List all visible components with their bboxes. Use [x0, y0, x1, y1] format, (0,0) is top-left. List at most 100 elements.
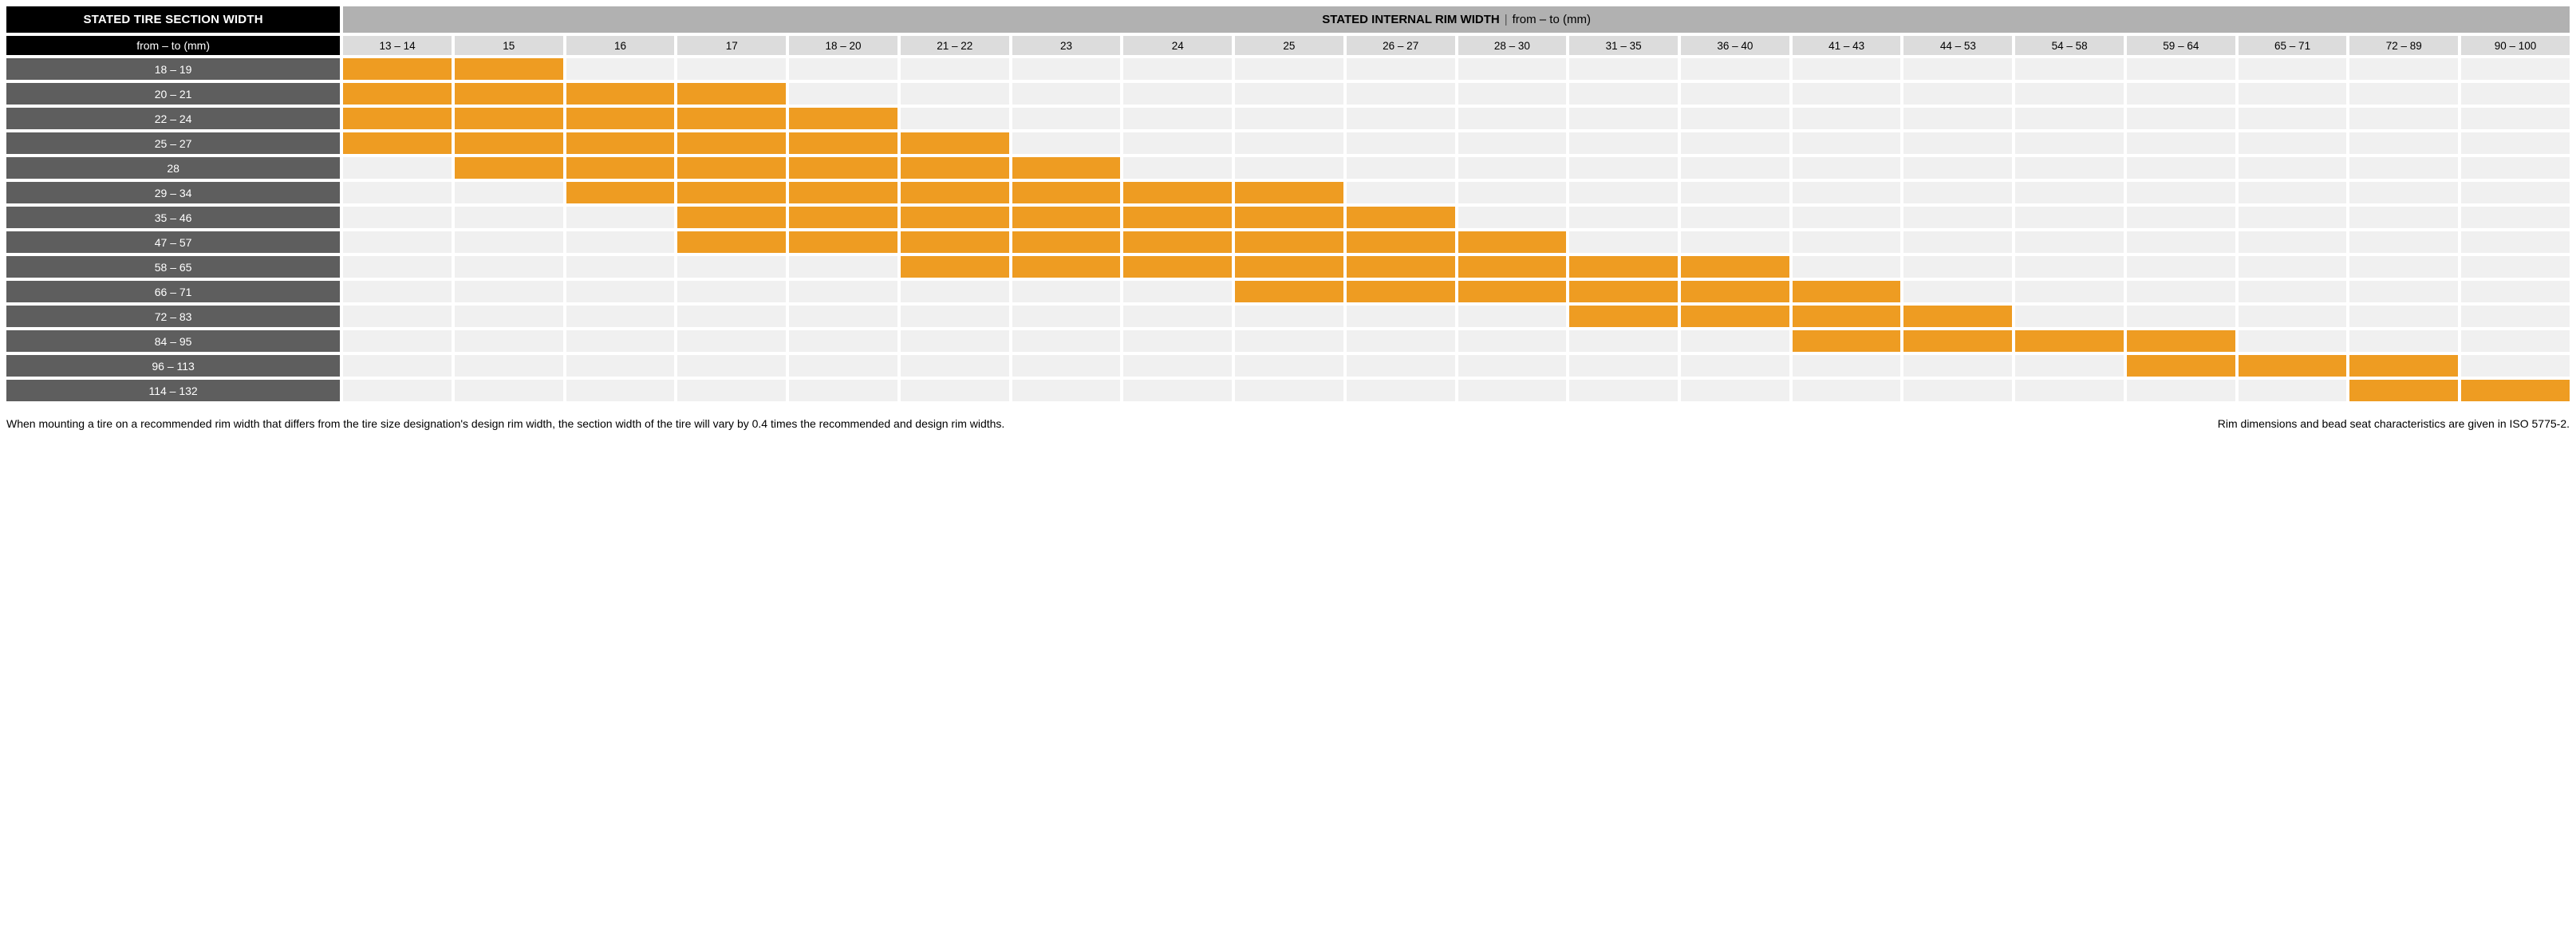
cell-empty [677, 306, 786, 327]
column-header: 90 – 100 [2461, 36, 2570, 55]
cell-empty [1012, 108, 1121, 129]
cell-empty [1681, 182, 1789, 203]
cell-empty [1903, 380, 2012, 401]
cell-empty [455, 380, 563, 401]
cell-empty [1569, 207, 1678, 228]
cell-empty [343, 355, 452, 377]
cell-empty [1681, 157, 1789, 179]
cell-empty [901, 108, 1009, 129]
cell-empty [2015, 355, 2124, 377]
cell-recommended [677, 157, 786, 179]
row-header: 29 – 34 [6, 182, 340, 203]
cell-empty [1458, 83, 1567, 105]
cell-recommended [343, 58, 452, 80]
cell-empty [1458, 108, 1567, 129]
row-header: 96 – 113 [6, 355, 340, 377]
cell-empty [1458, 157, 1567, 179]
cell-empty [1569, 58, 1678, 80]
cell-empty [2015, 207, 2124, 228]
cell-empty [343, 182, 452, 203]
cell-recommended [1569, 256, 1678, 278]
cell-recommended [1793, 330, 1901, 352]
cell-recommended [901, 157, 1009, 179]
cell-recommended [1235, 207, 1343, 228]
row-header: 22 – 24 [6, 108, 340, 129]
cell-empty [2239, 83, 2347, 105]
cell-empty [1569, 157, 1678, 179]
row-cells [341, 230, 2571, 254]
cell-empty [1012, 83, 1121, 105]
cell-recommended [789, 132, 897, 154]
table-row: 47 – 57 [5, 230, 2571, 254]
cell-empty [1123, 58, 1232, 80]
cell-recommended [789, 108, 897, 129]
cell-empty [1903, 281, 2012, 302]
cell-empty [901, 58, 1009, 80]
cell-empty [2239, 182, 2347, 203]
column-header: 17 [677, 36, 786, 55]
cell-empty [2461, 58, 2570, 80]
cell-empty [2461, 281, 2570, 302]
cell-empty [1347, 306, 1455, 327]
cell-empty [1458, 132, 1567, 154]
cell-recommended [1681, 256, 1789, 278]
cell-empty [2461, 182, 2570, 203]
cell-empty [1793, 380, 1901, 401]
cell-empty [2127, 108, 2235, 129]
cell-recommended [2239, 355, 2347, 377]
header-row-1: STATED TIRE SECTION WIDTH STATED INTERNA… [5, 5, 2571, 34]
cell-empty [677, 58, 786, 80]
column-header: 21 – 22 [901, 36, 1009, 55]
cell-recommended [901, 132, 1009, 154]
cell-recommended [901, 207, 1009, 228]
cell-empty [789, 330, 897, 352]
cell-recommended [455, 58, 563, 80]
cell-empty [1793, 256, 1901, 278]
cell-empty [1347, 132, 1455, 154]
cell-empty [455, 355, 563, 377]
cell-recommended [1458, 281, 1567, 302]
cell-recommended [343, 83, 452, 105]
cell-recommended [789, 157, 897, 179]
cell-empty [2127, 207, 2235, 228]
cell-empty [1123, 132, 1232, 154]
cell-empty [455, 306, 563, 327]
cell-empty [2349, 306, 2458, 327]
cell-recommended [1235, 182, 1343, 203]
cell-empty [2461, 306, 2570, 327]
cell-empty [1012, 330, 1121, 352]
cell-empty [2239, 256, 2347, 278]
cell-empty [1903, 231, 2012, 253]
footnotes: When mounting a tire on a recommended ri… [5, 417, 2571, 430]
column-header: 26 – 27 [1347, 36, 1455, 55]
cell-empty [2349, 256, 2458, 278]
cell-empty [1347, 182, 1455, 203]
column-header: 65 – 71 [2239, 36, 2347, 55]
col-axis-title-unit: from – to (mm) [1513, 13, 1591, 26]
col-axis-title-sep: | [1505, 13, 1508, 26]
column-header: 13 – 14 [343, 36, 452, 55]
cell-empty [2349, 132, 2458, 154]
cell-empty [1681, 231, 1789, 253]
cell-empty [2239, 306, 2347, 327]
cell-empty [2127, 281, 2235, 302]
row-cells [341, 156, 2571, 180]
row-header: 84 – 95 [6, 330, 340, 352]
cell-empty [1123, 108, 1232, 129]
cell-empty [2349, 157, 2458, 179]
cell-empty [2239, 157, 2347, 179]
cell-empty [1569, 330, 1678, 352]
cell-empty [789, 256, 897, 278]
column-header: 41 – 43 [1793, 36, 1901, 55]
cell-empty [901, 306, 1009, 327]
row-cells [341, 81, 2571, 106]
cell-recommended [1012, 182, 1121, 203]
cell-empty [1235, 108, 1343, 129]
cell-empty [1458, 58, 1567, 80]
cell-empty [343, 380, 452, 401]
cell-recommended [1012, 207, 1121, 228]
cell-empty [1458, 380, 1567, 401]
cell-empty [2015, 256, 2124, 278]
cell-empty [2461, 83, 2570, 105]
row-cells [341, 279, 2571, 304]
